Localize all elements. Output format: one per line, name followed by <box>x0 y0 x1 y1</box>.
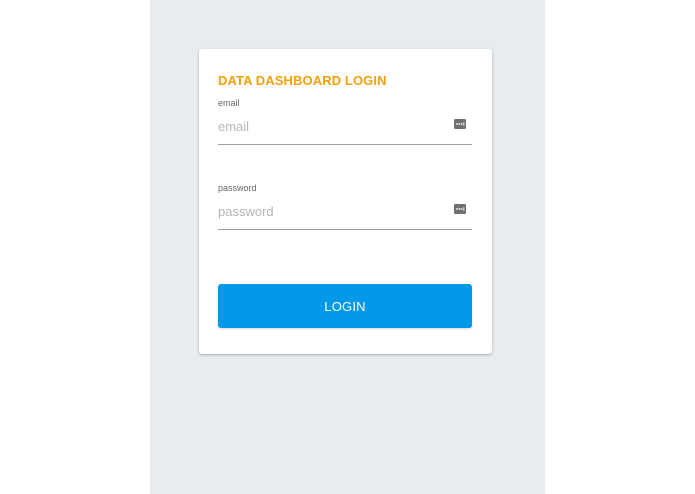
email-underline <box>218 144 472 145</box>
password-manager-key-icon[interactable] <box>454 119 466 129</box>
page: DATA DASHBOARD LOGIN email password <box>0 0 695 494</box>
email-input[interactable] <box>218 115 450 137</box>
login-card: DATA DASHBOARD LOGIN email password <box>199 49 492 354</box>
password-manager-key-icon[interactable] <box>454 204 466 214</box>
password-label: password <box>218 183 257 193</box>
login-card-title: DATA DASHBOARD LOGIN <box>218 73 387 88</box>
password-input[interactable] <box>218 200 450 222</box>
password-underline <box>218 229 472 230</box>
email-label: email <box>218 98 240 108</box>
login-button[interactable]: LOGIN <box>218 284 472 328</box>
